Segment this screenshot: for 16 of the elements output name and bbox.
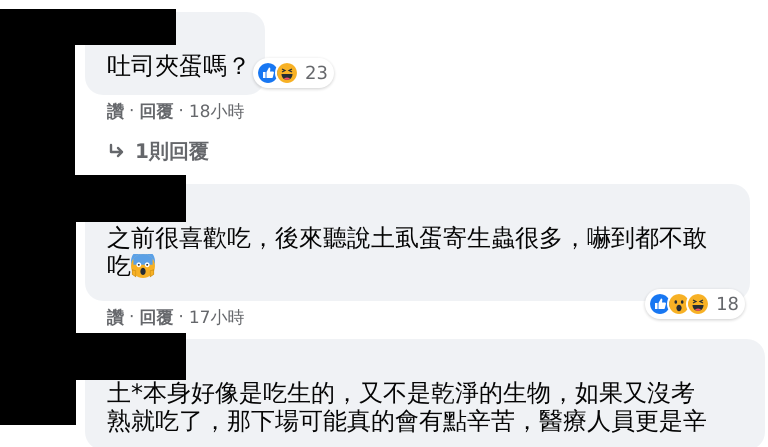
separator-dot: · (178, 307, 184, 327)
timestamp: 17小時 (188, 306, 244, 328)
timestamp: 18小時 (188, 100, 244, 122)
action-link[interactable]: 讚 (107, 100, 124, 122)
comment-text: 吐司夾蛋嗎？ (107, 52, 251, 80)
reaction-badge[interactable]: 23 (253, 58, 334, 88)
separator-dot: · (178, 101, 184, 121)
action-link[interactable]: 回覆 (139, 306, 174, 328)
separator-dot: · (129, 101, 134, 121)
action-link[interactable]: 讚 (107, 306, 124, 328)
comment-text: 土*本身好像是吃生的，又不是乾淨的生物，如果又沒考熟就吃了，那下場可能真的會有點辛苦，醫療人員更是辛 (107, 379, 708, 435)
comment-text: 之前很喜歡吃，後來聽說土虱蛋寄生蟲很多，嚇到都不敢吃 (107, 224, 708, 280)
view-replies-link[interactable]: 1則回覆 (107, 138, 209, 165)
reaction-badge[interactable]: 18 (645, 289, 745, 319)
separator-dot: · (129, 307, 134, 327)
action-link[interactable]: 回覆 (139, 100, 174, 122)
